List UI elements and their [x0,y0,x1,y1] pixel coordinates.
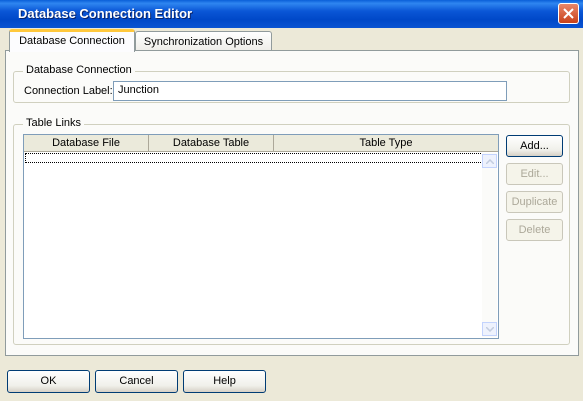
add-button[interactable]: Add... [506,135,563,157]
table-links-list[interactable]: Database File Database Table Table Type [23,134,499,339]
connection-label-input[interactable]: Junction [113,81,507,101]
column-header-table-type[interactable]: Table Type [274,135,498,152]
scroll-down-button[interactable] [482,322,497,336]
tab-label: Synchronization Options [143,36,264,48]
window-title: Database Connection Editor [18,6,193,21]
button-label: Cancel [119,375,154,387]
tab-label: Database Connection [19,35,125,47]
cancel-button[interactable]: Cancel [95,370,178,393]
title-bar[interactable]: Database Connection Editor [0,0,583,28]
close-icon [563,8,574,19]
chevron-up-icon [486,159,494,164]
button-label: Edit... [520,168,549,180]
column-header-database-table[interactable]: Database Table [149,135,274,152]
dialog-window: Database Connection Editor Database Conn… [0,0,583,401]
button-label: OK [40,375,57,387]
duplicate-button[interactable]: Duplicate [506,191,563,213]
edit-button[interactable]: Edit... [506,163,563,185]
group-label: Table Links [23,117,85,129]
button-label: Help [213,375,236,387]
connection-label-value: Junction [118,84,159,96]
tab-database-connection[interactable]: Database Connection [9,29,135,52]
delete-button[interactable]: Delete [506,219,563,241]
chevron-down-icon [486,327,494,332]
button-label: Delete [518,224,551,236]
column-label: Database File [52,137,120,149]
help-button[interactable]: Help [183,370,266,393]
button-label: Duplicate [511,196,558,208]
column-header-database-file[interactable]: Database File [24,135,149,152]
ok-button[interactable]: OK [7,370,90,393]
close-button[interactable] [558,3,579,24]
list-focus-row[interactable] [25,153,483,163]
vertical-scrollbar[interactable] [482,153,497,337]
column-label: Database Table [172,137,250,149]
button-label: Add... [520,140,549,152]
connection-label-text: Connection Label: [24,85,113,97]
group-label: Database Connection [23,64,135,76]
tab-panel: Database Connection Connection Label: Ju… [5,50,579,356]
scroll-up-button[interactable] [482,154,497,168]
column-label: Table Type [359,137,413,149]
